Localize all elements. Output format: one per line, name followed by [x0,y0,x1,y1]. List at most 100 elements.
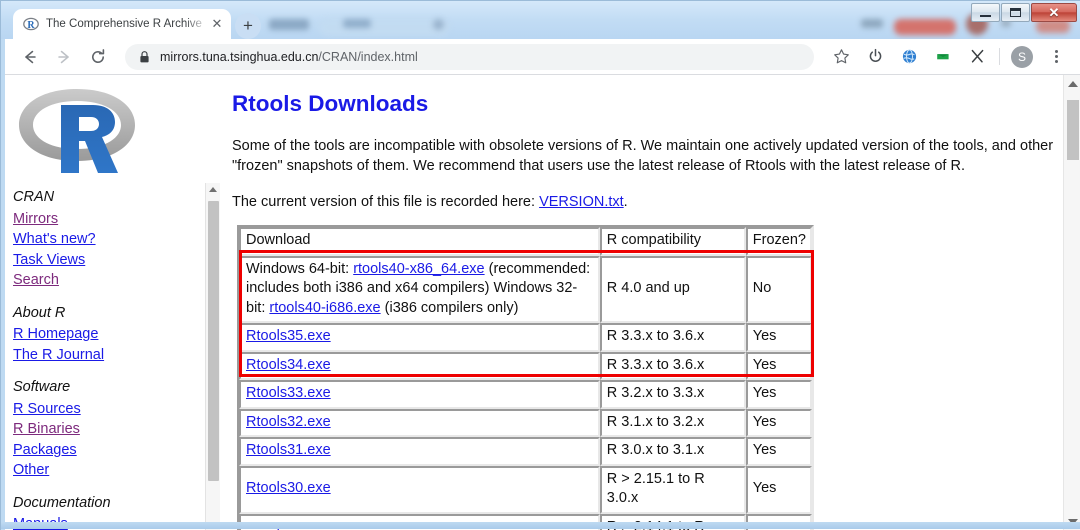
window-edge-left [1,39,5,530]
scrollbar-thumb[interactable] [208,201,219,481]
globe-icon[interactable] [894,42,924,72]
r-project-logo [15,81,139,179]
sidebar-heading-cran: CRAN [13,189,55,205]
cell-compatibility: R 3.3.x to 3.6.x [599,323,746,352]
table-row: Rtools30.exe R > 2.15.1 to R 3.0.x Yes [239,465,812,514]
main-content: Rtools Downloads Some of the tools are i… [221,75,1061,530]
table-row: Rtools35.exe R 3.3.x to 3.6.x Yes [239,323,812,352]
cell-compatibility: R 3.1.x to 3.2.x [599,408,746,437]
rtools40-i686-link[interactable]: rtools40-i686.exe [269,300,380,316]
reload-button[interactable] [83,42,113,72]
close-icon: ✕ [1048,4,1060,20]
sidebar-item-the-r-journal[interactable]: The R Journal [13,345,203,366]
close-icon[interactable]: ✕ [209,16,225,32]
title-bar: R The Comprehensive R Archive ✕ + ✕ [1,1,1080,39]
cell-compatibility: R 3.0.x to 3.1.x [599,437,746,466]
rtools32-link[interactable]: Rtools32.exe [246,414,331,430]
green-flag-icon[interactable] [928,42,958,72]
browser-tab[interactable]: R The Comprehensive R Archive ✕ [13,9,231,39]
cell-frozen: Yes [745,408,812,437]
cell-frozen: Yes [745,465,812,514]
url-host: mirrors.tuna.tsinghua.edu.cn [160,49,319,64]
avatar-letter: S [1011,45,1033,68]
obscured-content [433,19,444,30]
sidebar-scrollbar[interactable] [205,183,220,530]
cell-frozen: Yes [745,437,812,466]
window-controls: ✕ [970,3,1077,22]
forward-button[interactable] [49,42,79,72]
sidebar-heading-documentation: Documentation [13,494,111,511]
column-header-r-compatibility: R compatibility [599,227,746,256]
svg-text:R: R [27,20,35,31]
obscured-content [343,19,371,28]
sidebar-item-r-binaries[interactable]: R Binaries [13,419,203,440]
cell-compatibility: R > 2.15.1 to R 3.0.x [599,465,746,514]
sidebar-item-r-homepage[interactable]: R Homepage [13,324,203,345]
cell-download: Rtools31.exe [239,437,600,466]
cell-download: Rtools32.exe [239,408,600,437]
sidebar-nav: CRAN Mirrors What's new? Task Views Sear… [13,187,203,530]
cell-compatibility: R 3.2.x to 3.3.x [599,380,746,409]
minimize-button[interactable] [971,3,1000,22]
new-tab-button[interactable]: + [235,13,261,39]
cell-compatibility: R 3.3.x to 3.6.x [599,351,746,380]
text-windows-64: Windows 64-bit: [246,260,354,277]
sidebar-item-packages[interactable]: Packages [13,440,203,461]
table-row: Rtools33.exe R 3.2.x to 3.3.x Yes [239,380,812,409]
table-row: Rtools31.exe R 3.0.x to 3.1.x Yes [239,437,812,466]
cell-download: Rtools30.exe [239,465,600,514]
window-edge-bottom [1,522,1080,529]
rtools33-link[interactable]: Rtools33.exe [246,385,331,401]
rtools30-link[interactable]: Rtools30.exe [246,480,331,496]
version-paragraph-prefix: The current version of this file is reco… [232,194,540,210]
cell-frozen: Yes [745,380,812,409]
version-txt-link[interactable]: VERSION.txt [539,194,624,210]
scroll-up-icon[interactable] [209,187,217,192]
bookmark-star-icon[interactable] [826,42,856,72]
scrollbar-thumb[interactable] [1067,100,1079,160]
scissors-icon[interactable] [962,42,992,72]
url-text: mirrors.tuna.tsinghua.edu.cn/CRAN/index.… [160,50,418,64]
table-row: Rtools34.exe R 3.3.x to 3.6.x Yes [239,351,812,380]
sidebar-item-whats-new[interactable]: What's new? [13,229,203,250]
sidebar-item-other[interactable]: Other [13,460,203,481]
rtools40-x86-64-link[interactable]: rtools40-x86_64.exe [353,261,484,277]
rtools35-link[interactable]: Rtools35.exe [246,328,331,344]
browser-menu-button[interactable] [1041,42,1071,72]
obscured-content [319,19,449,36]
close-button[interactable]: ✕ [1031,3,1077,22]
cell-download: Rtools33.exe [239,380,600,409]
tab-title: The Comprehensive R Archive [46,18,202,30]
table-row: Rtools32.exe R 3.1.x to 3.2.x Yes [239,408,812,437]
text-i386-only: (i386 compilers only) [380,299,519,316]
address-bar[interactable]: mirrors.tuna.tsinghua.edu.cn/CRAN/index.… [125,43,814,70]
toolbar-icons: S [824,42,1080,72]
browser-toolbar: mirrors.tuna.tsinghua.edu.cn/CRAN/index.… [1,39,1080,75]
browser-window: R The Comprehensive R Archive ✕ + ✕ mirr… [0,0,1080,530]
sidebar-item-r-sources[interactable]: R Sources [13,399,203,420]
sidebar-item-search[interactable]: Search [13,270,203,291]
page-scrollbar[interactable] [1063,75,1080,530]
version-paragraph: The current version of this file is reco… [232,192,1058,212]
cell-frozen: Yes [745,323,812,352]
power-icon[interactable] [860,42,890,72]
column-header-download: Download [239,227,600,256]
obscured-content [894,19,956,35]
toolbar-divider [999,48,1000,65]
cell-download: Rtools34.exe [239,351,600,380]
maximize-button[interactable] [1001,3,1030,22]
version-paragraph-suffix: . [623,194,628,210]
page-viewport: CRAN Mirrors What's new? Task Views Sear… [1,75,1080,530]
sidebar-item-mirrors[interactable]: Mirrors [13,209,203,230]
avatar[interactable]: S [1007,42,1037,72]
sidebar-item-task-views[interactable]: Task Views [13,250,203,271]
obscured-content [269,19,309,30]
page-title: Rtools Downloads [232,91,429,116]
lock-icon [139,50,150,64]
rtools34-link[interactable]: Rtools34.exe [246,357,331,373]
r-logo-icon: R [23,16,39,32]
scroll-up-icon[interactable] [1068,81,1078,87]
back-button[interactable] [15,42,45,72]
cell-download: Rtools35.exe [239,323,600,352]
rtools31-link[interactable]: Rtools31.exe [246,442,331,458]
